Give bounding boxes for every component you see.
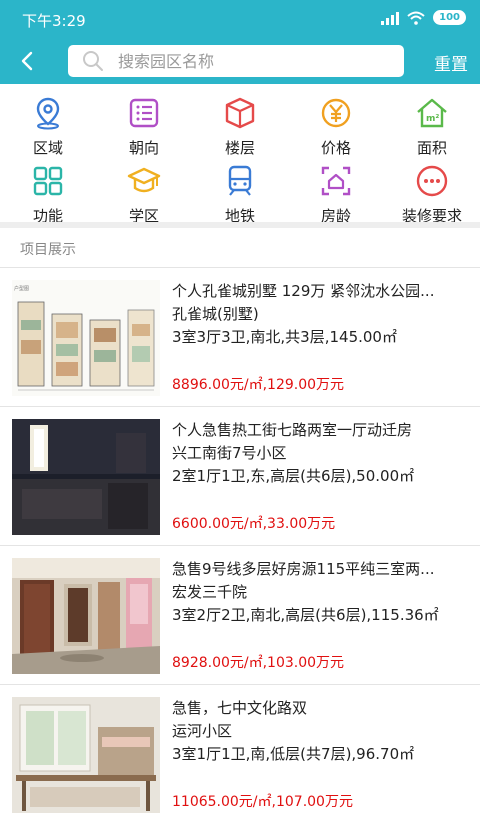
svg-text:m²: m² — [426, 114, 439, 124]
filter-grid: 区域 朝向 楼层 价格 m² 面积 功能 学区 地铁 房龄 装修要求 — [0, 84, 480, 225]
filter-label: 区域 — [32, 139, 63, 157]
listing-item[interactable]: 急售9号线多层好房源115平纯三室两... 宏发三千院 3室2厅2卫,南北,高层… — [0, 546, 480, 684]
house-scan-icon — [321, 166, 351, 196]
graduation-cap-icon — [127, 167, 161, 193]
filter-item-price[interactable]: 价格 — [288, 90, 384, 157]
filter-item-metro[interactable]: 地铁 — [192, 158, 288, 225]
filter-item-age[interactable]: 房龄 — [288, 158, 384, 225]
location-pin-icon — [36, 97, 60, 130]
search-box[interactable] — [68, 45, 404, 77]
listing-price: 6600.00元/㎡,33.00万元 — [172, 516, 336, 532]
listing-thumbnail-bedroom — [12, 697, 160, 813]
listing-community: 宏发三千院 — [172, 583, 248, 601]
listing-community: 运河小区 — [172, 722, 233, 740]
search-icon — [83, 51, 103, 71]
listing-item[interactable]: 个人急售热工街七路两室一厅动迁房 兴工南街7号小区 2室1厅1卫,东,高层(共6… — [0, 407, 480, 545]
listing-price: 11065.00元/㎡,107.00万元 — [172, 794, 353, 810]
grid-icon — [33, 166, 63, 196]
listing-title: 急售9号线多层好房源115平纯三室两... — [172, 560, 435, 578]
battery-icon: 100 — [433, 10, 466, 25]
listing-title: 个人孔雀城别墅 129万 紧邻沈水公园... — [172, 282, 435, 300]
filter-item-decoration[interactable]: 装修要求 — [384, 158, 480, 225]
listing-community: 孔雀城(别墅) — [172, 305, 259, 323]
cube-icon — [225, 97, 255, 129]
filter-label: 楼层 — [224, 139, 255, 157]
header-bar: 重置 — [0, 38, 480, 84]
filter-item-area[interactable]: 区域 — [0, 90, 96, 157]
status-bar: 下午3:29 100 — [0, 0, 480, 38]
listing-community: 兴工南街7号小区 — [172, 444, 287, 462]
filter-item-floor[interactable]: 楼层 — [192, 90, 288, 157]
listing-specs: 3室2厅2卫,南北,高层(共6层),115.36㎡ — [172, 606, 439, 624]
listing-thumbnail-room — [12, 419, 160, 535]
listing-price: 8928.00元/㎡,103.00万元 — [172, 655, 345, 671]
metro-icon — [228, 165, 252, 196]
filter-label: 朝向 — [128, 139, 159, 157]
filter-item-function[interactable]: 功能 — [0, 158, 96, 225]
listing-thumbnail-floorplan: 户型图 — [12, 280, 160, 396]
filter-item-size[interactable]: m² 面积 — [384, 90, 480, 157]
more-icon — [416, 165, 448, 197]
filter-label: 价格 — [320, 139, 351, 157]
house-area-icon: m² — [417, 98, 447, 128]
reset-button[interactable]: 重置 — [434, 50, 468, 75]
list-icon — [129, 98, 159, 128]
svg-text:户型图: 户型图 — [14, 285, 29, 292]
section-divider — [0, 222, 480, 228]
listing-specs: 2室1厅1卫,东,高层(共6层),50.00㎡ — [172, 467, 415, 485]
listing-price: 8896.00元/㎡,129.00万元 — [172, 377, 345, 393]
signal-icon — [381, 11, 400, 25]
yen-icon — [321, 98, 351, 128]
status-time: 下午3:29 — [22, 12, 86, 30]
listing-thumbnail-hallway — [12, 558, 160, 674]
filter-item-school[interactable]: 学区 — [96, 158, 192, 225]
wifi-icon — [407, 11, 425, 25]
status-icons: 100 — [381, 10, 466, 25]
listing-specs: 3室3厅3卫,南北,共3层,145.00㎡ — [172, 328, 397, 346]
listing-title: 急售，七中文化路双 — [172, 699, 308, 717]
search-input[interactable] — [118, 49, 388, 73]
listing-item[interactable]: 户型图 个人孔雀城别墅 129万 紧邻沈水公园... 孔雀城(别墅) 3室3厅3… — [0, 268, 480, 406]
listing-specs: 3室1厅1卫,南,低层(共7层),96.70㎡ — [172, 745, 415, 763]
section-title: 项目展示 — [20, 242, 76, 258]
filter-label: 面积 — [416, 139, 447, 157]
filter-item-orientation[interactable]: 朝向 — [96, 90, 192, 157]
listing-title: 个人急售热工街七路两室一厅动迁房 — [172, 421, 413, 439]
back-arrow-icon[interactable] — [14, 47, 42, 75]
listing-item[interactable]: 急售，七中文化路双 运河小区 3室1厅1卫,南,低层(共7层),96.70㎡ 1… — [0, 685, 480, 823]
